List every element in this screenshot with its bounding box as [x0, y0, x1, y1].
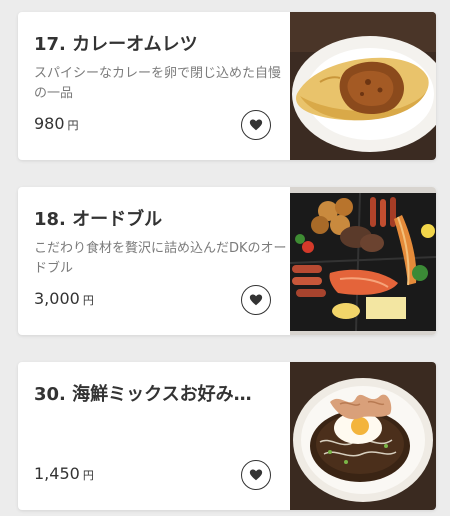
favorite-button[interactable]	[241, 110, 271, 140]
menu-item-description: スパイシーなカレーを卵で閉じ込めた自慢の一品	[34, 66, 282, 101]
menu-item-card[interactable]: 18. オードブル こだわり食材を贅沢に詰め込んだDKのオードブル 3,000 円	[18, 187, 436, 335]
menu-item-price: 1,450 円	[34, 464, 94, 483]
menu-item-title: 17. カレーオムレツ	[34, 34, 198, 55]
price-value: 980	[34, 114, 65, 133]
favorite-button[interactable]	[241, 460, 271, 490]
menu-item-description: こだわり食材を贅沢に詰め込んだDKのオードブル	[34, 241, 287, 276]
favorite-button[interactable]	[241, 285, 271, 315]
menu-item-card[interactable]: 30. 海鮮ミックスお好み… 1,450 円	[18, 362, 436, 510]
menu-list: 17. カレーオムレツ スパイシーなカレーを卵で閉じ込めた自慢の一品 980円	[0, 0, 450, 516]
currency-label: 円	[82, 294, 94, 307]
currency-label: 円	[82, 469, 94, 482]
menu-item-price: 3,000 円	[34, 289, 94, 308]
price-value: 1,450	[34, 464, 80, 483]
currency-label: 円	[67, 119, 79, 132]
menu-item-title: 18. オードブル	[34, 209, 163, 230]
menu-item-photo	[290, 12, 436, 160]
menu-item-price: 980 円	[34, 114, 79, 133]
menu-item-title: 30. 海鮮ミックスお好み…	[34, 384, 252, 405]
menu-item-card[interactable]: 17. カレーオムレツ スパイシーなカレーを卵で閉じ込めた自慢の一品 980 円	[18, 12, 436, 160]
menu-item-photo	[290, 362, 436, 510]
price-value: 3,000	[34, 289, 80, 308]
heart-icon	[249, 294, 263, 306]
heart-icon	[249, 469, 263, 481]
menu-item-photo	[290, 187, 436, 335]
heart-icon	[249, 119, 263, 131]
